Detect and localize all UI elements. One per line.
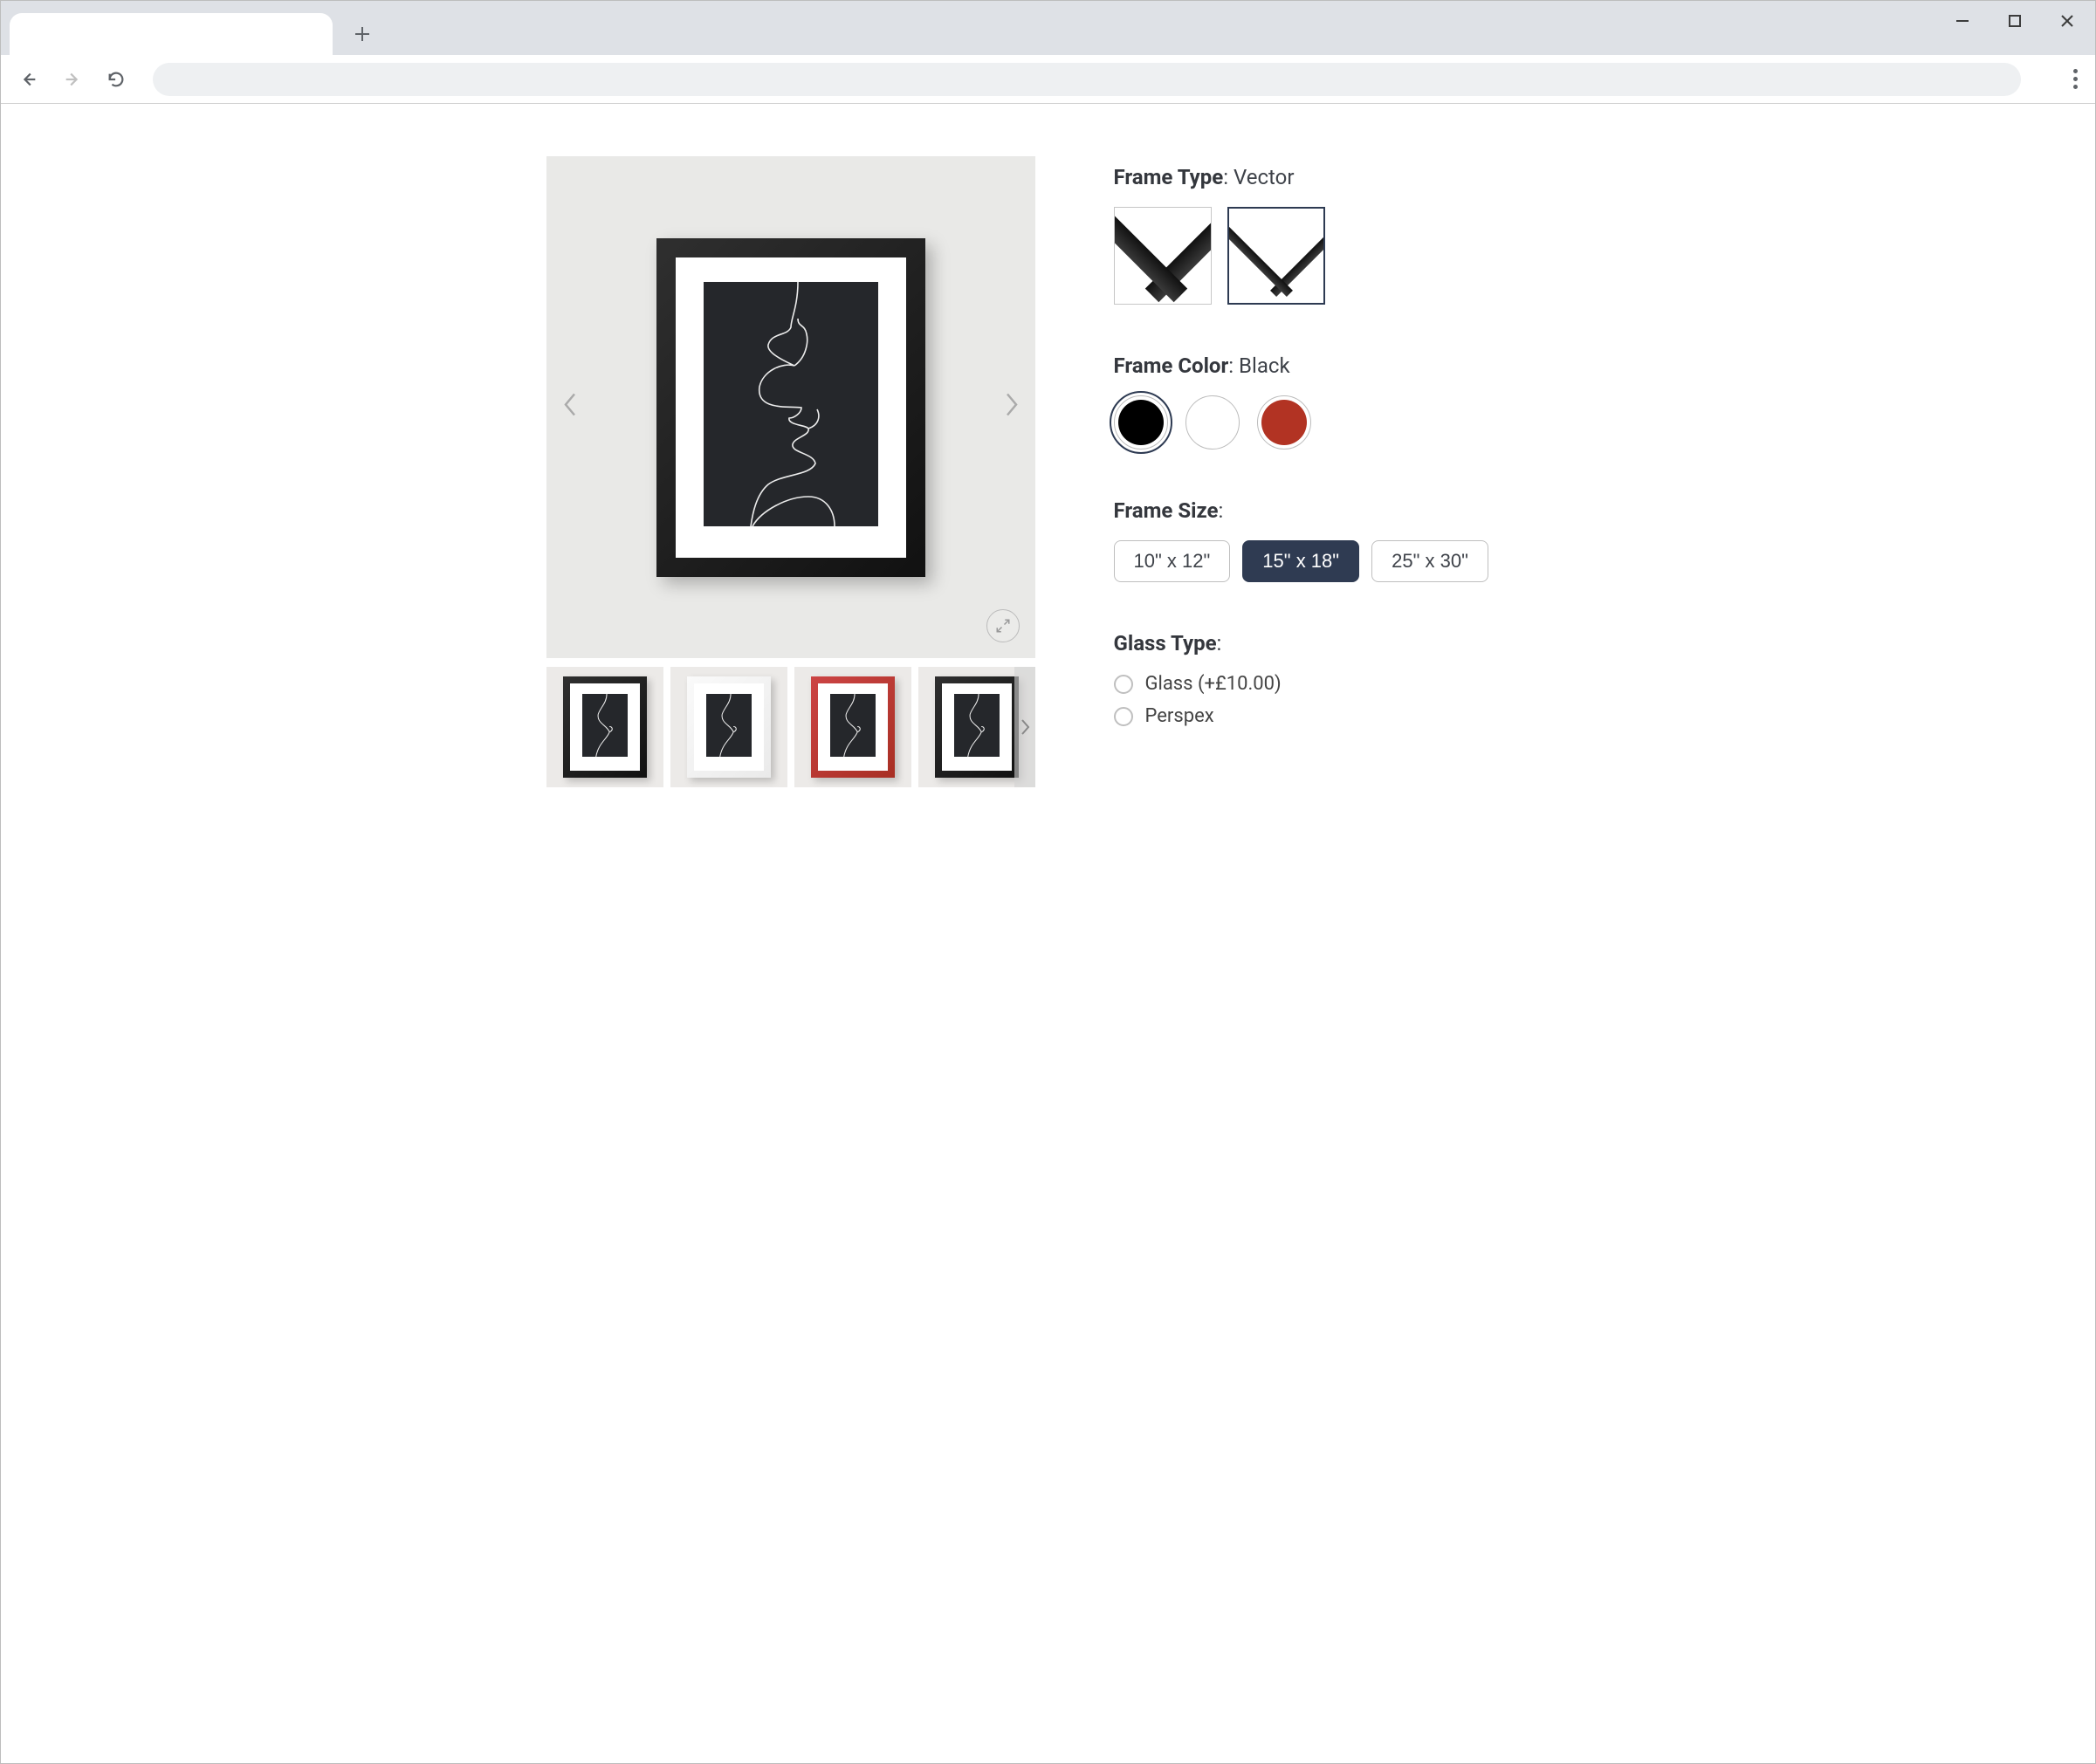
option-name: Frame Color (1114, 353, 1229, 378)
frame-color-group: Frame Color: Black (1114, 353, 1550, 450)
frame-corner-icon (1117, 207, 1208, 305)
new-tab-button[interactable] (345, 17, 380, 51)
gallery-fullscreen-button[interactable] (986, 609, 1020, 642)
frame-size-option[interactable]: 15" x 18" (1242, 540, 1359, 582)
plus-icon (354, 25, 371, 43)
browser-toolbar (1, 55, 2095, 104)
window-close-button[interactable] (2041, 3, 2093, 39)
product-gallery (546, 156, 1035, 787)
frame-type-label: Frame Type: Vector (1114, 165, 1550, 189)
window-maximize-button[interactable] (1989, 3, 2041, 39)
frame-color-label: Frame Color: Black (1114, 353, 1550, 378)
radio-icon (1114, 707, 1133, 726)
reload-button[interactable] (100, 64, 132, 95)
browser-menu-button[interactable] (2068, 64, 2083, 94)
frame-color-option-white[interactable] (1185, 395, 1240, 450)
chevron-right-icon (1004, 391, 1020, 417)
kebab-dot-icon (2073, 77, 2078, 81)
expand-icon (995, 618, 1011, 634)
frame-color-option-red[interactable] (1257, 395, 1311, 450)
close-icon (2059, 13, 2075, 29)
arrow-right-icon (63, 70, 82, 89)
kebab-dot-icon (2073, 85, 2078, 89)
option-name: Frame Type (1114, 165, 1224, 189)
radio-icon (1114, 675, 1133, 694)
thumbnails-next-button[interactable] (1014, 667, 1035, 787)
chevron-left-icon (562, 391, 578, 417)
option-name: Frame Size (1114, 498, 1219, 523)
gallery-thumbnail[interactable] (546, 667, 663, 787)
browser-window: Frame Type: Vector Frame Color: (0, 0, 2096, 1764)
frame-type-choices (1114, 207, 1550, 305)
gallery-main-image (546, 156, 1035, 658)
glass-type-label: Glass Type: (1114, 631, 1550, 655)
maximize-icon (2008, 14, 2022, 28)
gallery-thumbnails (546, 667, 1035, 787)
minimize-icon (1955, 13, 1970, 29)
radio-label: Glass (+£10.00) (1145, 673, 1282, 695)
frame-type-option-vector[interactable] (1227, 207, 1325, 305)
arrow-left-icon (19, 70, 38, 89)
option-value: Vector (1234, 165, 1295, 189)
frame-type-option-conservation[interactable] (1114, 207, 1212, 305)
window-minimize-button[interactable] (1936, 3, 1989, 39)
glass-type-option-perspex[interactable]: Perspex (1114, 705, 1550, 727)
glass-type-group: Glass Type: Glass (+£10.00) Perspex (1114, 631, 1550, 727)
option-value: Black (1239, 353, 1290, 378)
gallery-framed-art (656, 238, 925, 577)
frame-size-choices: 10" x 12" 15" x 18" 25" x 30" (1114, 540, 1550, 582)
window-controls (1936, 3, 2093, 39)
gallery-prev-button[interactable] (553, 374, 587, 441)
glass-type-option-glass[interactable]: Glass (+£10.00) (1114, 673, 1550, 695)
address-bar[interactable] (153, 63, 2021, 96)
frame-size-option[interactable]: 10" x 12" (1114, 540, 1231, 582)
frame-size-group: Frame Size: 10" x 12" 15" x 18" 25" x 30… (1114, 498, 1550, 582)
gallery-next-button[interactable] (995, 374, 1028, 441)
reload-icon (107, 70, 126, 89)
radio-label: Perspex (1145, 705, 1214, 727)
frame-size-option[interactable]: 25" x 30" (1371, 540, 1488, 582)
chevron-right-icon (1020, 718, 1030, 736)
frame-size-label: Frame Size: (1114, 498, 1550, 523)
frame-corner-icon (1232, 207, 1321, 305)
product-options: Frame Type: Vector Frame Color: (1114, 156, 1550, 787)
frame-type-group: Frame Type: Vector (1114, 165, 1550, 305)
artwork-canvas (704, 282, 878, 526)
frame-mat (676, 257, 906, 558)
frame-color-choices (1114, 395, 1550, 450)
gallery-thumbnail[interactable] (670, 667, 787, 787)
option-name: Glass Type (1114, 631, 1217, 655)
glass-type-choices: Glass (+£10.00) Perspex (1114, 673, 1550, 727)
product-section: Frame Type: Vector Frame Color: (546, 156, 1550, 787)
gallery-thumbnail[interactable] (794, 667, 911, 787)
frame-color-option-black[interactable] (1114, 395, 1168, 450)
line-art-icon (704, 282, 878, 526)
browser-tab[interactable] (10, 13, 333, 55)
forward-button[interactable] (57, 64, 88, 95)
page-content: Frame Type: Vector Frame Color: (1, 104, 2095, 1763)
kebab-dot-icon (2073, 69, 2078, 73)
browser-titlebar (1, 1, 2095, 55)
back-button[interactable] (13, 64, 45, 95)
